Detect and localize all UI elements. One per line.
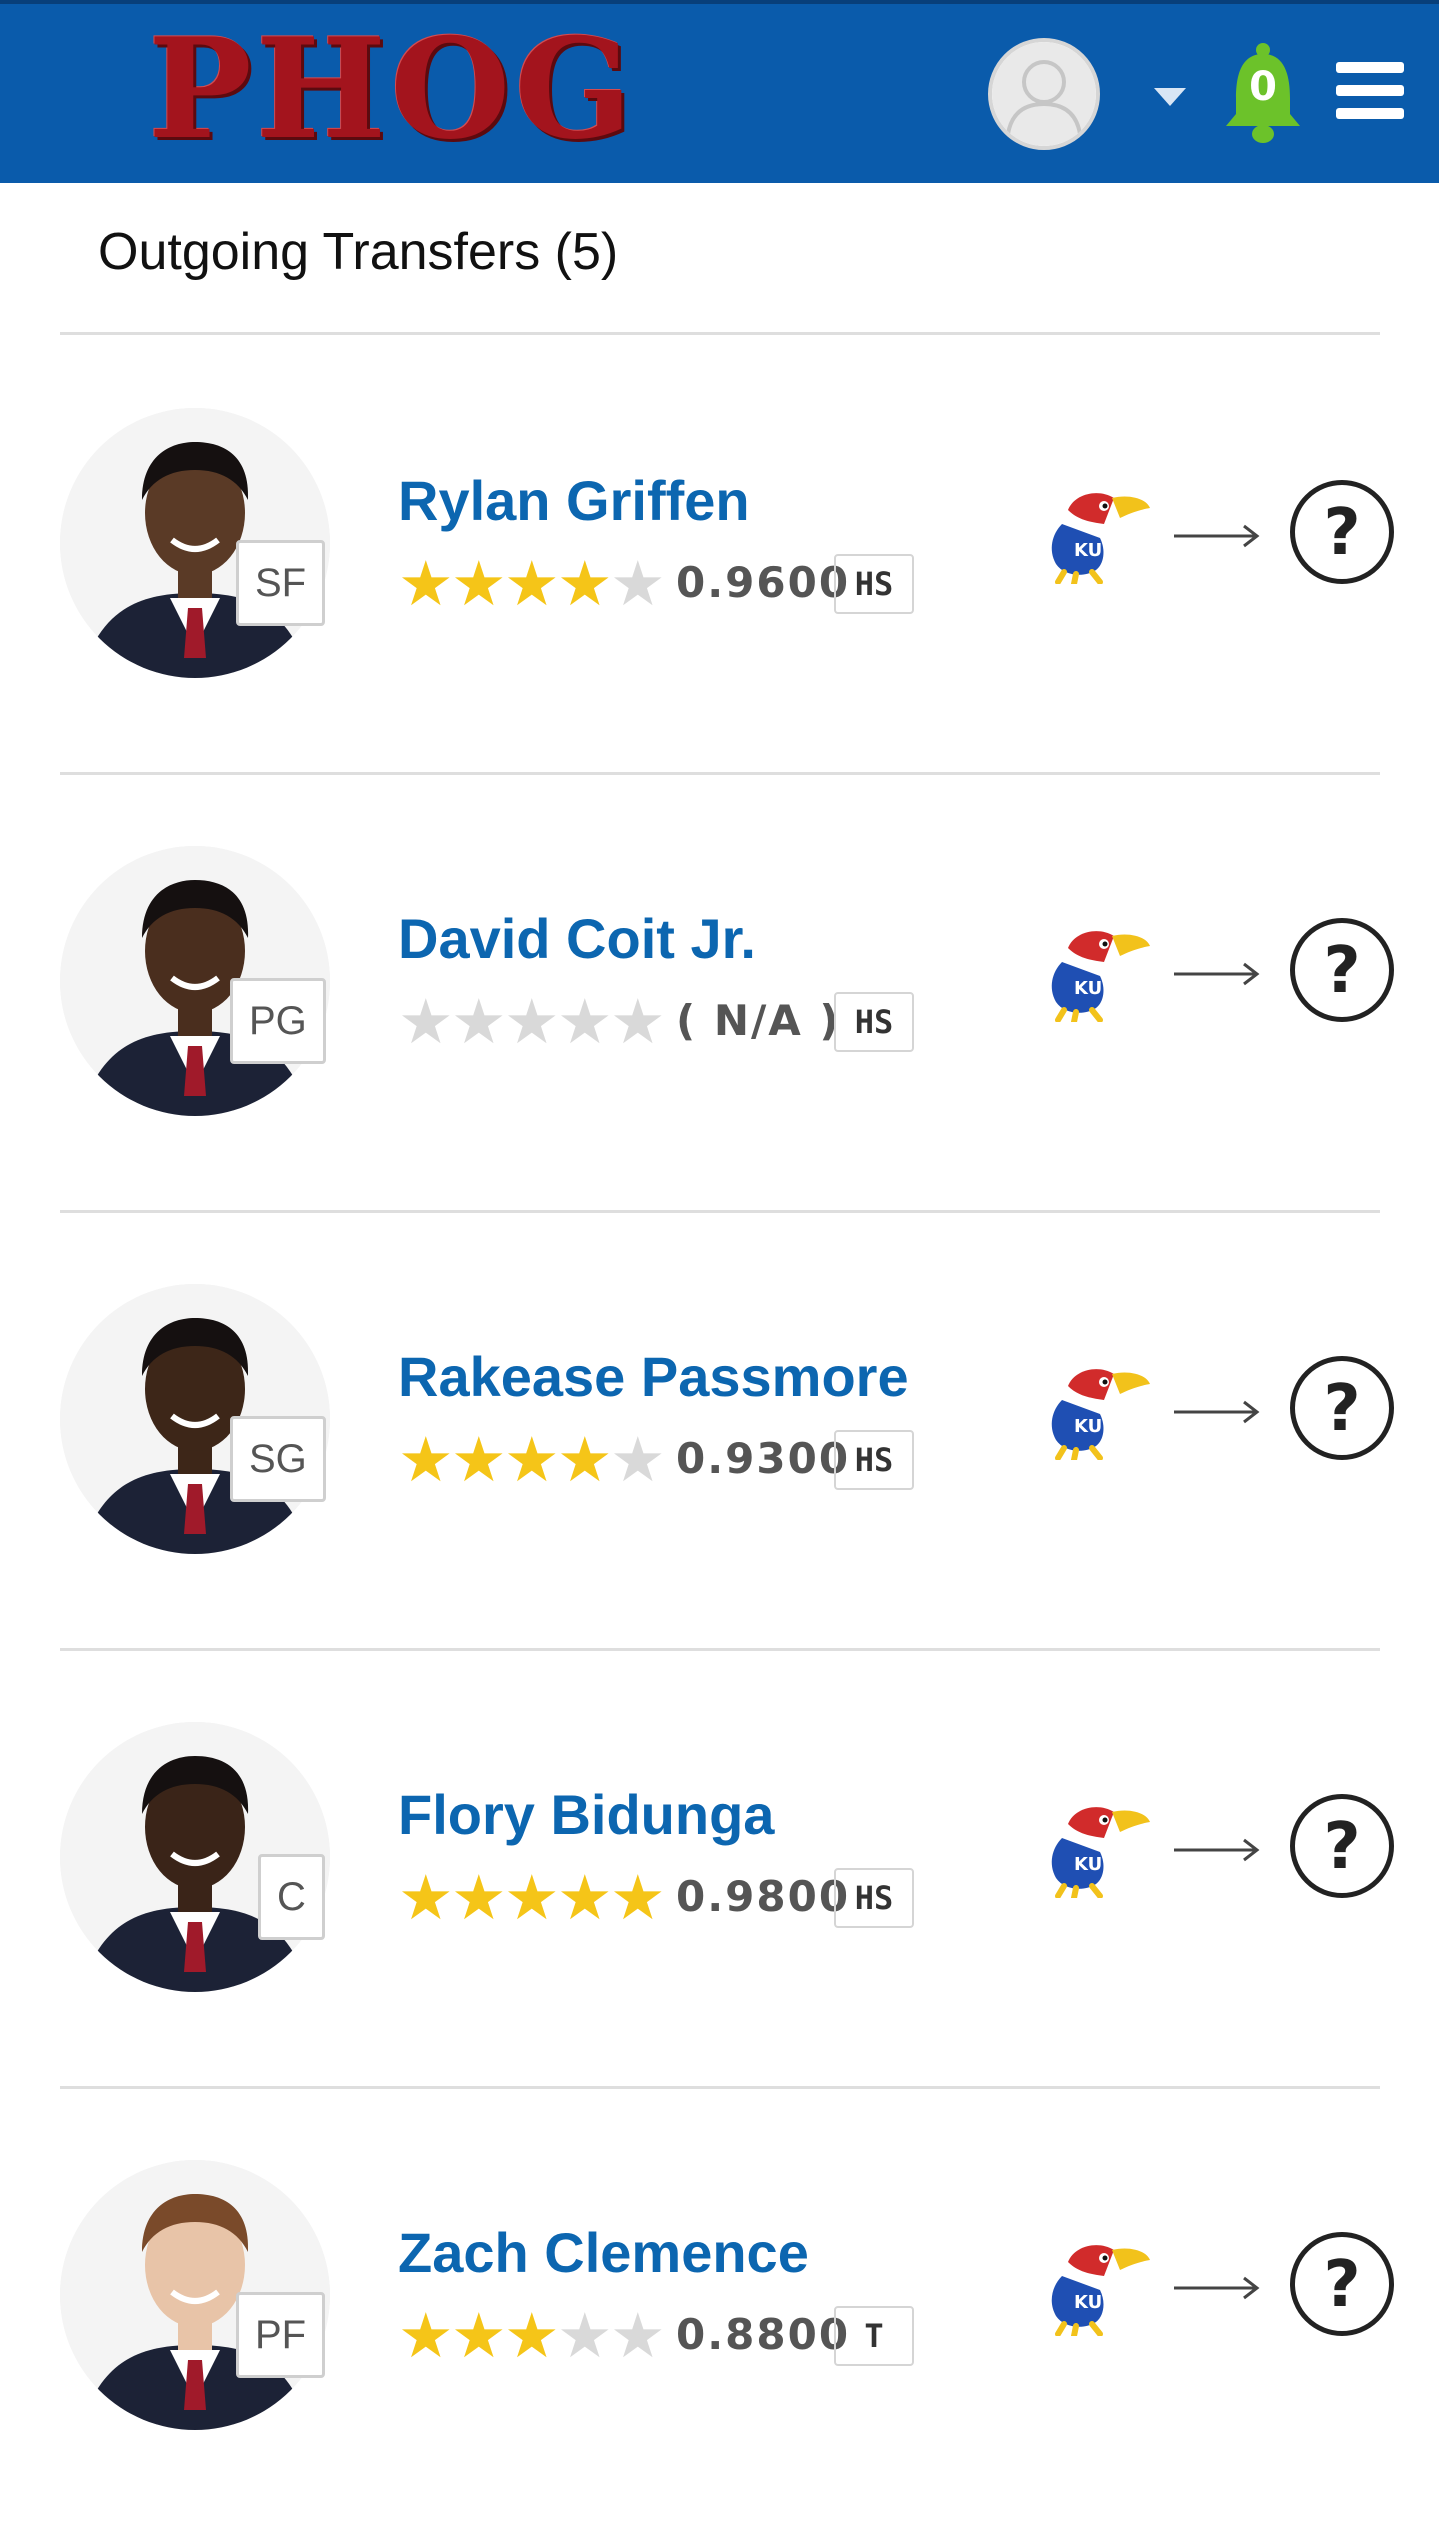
svg-text:KU: KU [1074,978,1102,999]
player-name[interactable]: Rylan Griffen [398,468,750,533]
position-badge: SG [230,1416,326,1502]
star-empty-icon: ★ [557,985,613,1058]
position-badge: C [258,1854,325,1940]
player-name[interactable]: Rakease Passmore [398,1344,909,1409]
star-rating: ★ ★ ★ ★ ★ [398,1861,666,1934]
question-mark-icon[interactable]: ? [1290,1794,1394,1898]
star-filled-icon: ★ [451,1861,507,1934]
star-filled-icon: ★ [557,1861,613,1934]
star-filled-icon: ★ [557,1423,613,1496]
arrow-right-icon [1174,1400,1260,1424]
jayhawk-logo-icon: KU [1051,931,1150,1022]
notification-count: 0 [1249,64,1277,110]
star-rating: ★ ★ ★ ★ ★ [398,985,666,1058]
star-empty-icon: ★ [557,2299,613,2372]
rating-value: ( N/A ) [676,996,841,1045]
player-name[interactable]: Flory Bidunga [398,1782,774,1847]
star-filled-icon: ★ [451,1423,507,1496]
recruit-source-tag: HS [834,1868,914,1928]
jayhawk-logo-icon: KU [1051,493,1150,584]
star-filled-icon: ★ [504,1423,560,1496]
user-avatar-icon[interactable] [988,38,1100,150]
star-empty-icon: ★ [451,985,507,1058]
star-rating: ★ ★ ★ ★ ★ [398,2299,666,2372]
jayhawk-logo-icon: KU [1051,2245,1150,2336]
star-rating: ★ ★ ★ ★ ★ [398,1423,666,1496]
recruit-source-tag: HS [834,1430,914,1490]
svg-text:KU: KU [1074,2292,1102,2313]
recruit-source-tag: HS [834,992,914,1052]
player-row[interactable]: C Flory Bidunga ★ ★ ★ ★ ★ 0.9800 HS KU ? [0,1650,1439,2088]
top-nav-bar: PHOG 0 [0,0,1439,183]
position-badge: PF [236,2292,326,2378]
rating-value: 0.8800 [676,2310,851,2359]
star-filled-icon: ★ [504,2299,560,2372]
hamburger-menu-icon[interactable] [1336,60,1404,122]
star-filled-icon: ★ [610,1861,666,1934]
rating-value: 0.9600 [676,558,851,607]
page-title: Outgoing Transfers (5) [98,223,619,281]
site-logo[interactable]: PHOG [148,14,636,164]
question-mark-icon[interactable]: ? [1290,1356,1394,1460]
star-filled-icon: ★ [451,547,507,620]
player-row[interactable]: SG Rakease Passmore ★ ★ ★ ★ ★ 0.9300 HS KU ? [0,1212,1439,1650]
position-badge: PG [230,978,326,1064]
svg-text:KU: KU [1074,540,1102,561]
player-row[interactable]: PF Zach Clemence ★ ★ ★ ★ ★ 0.8800 T KU ? [0,2088,1439,2526]
arrow-right-icon [1174,962,1260,986]
star-empty-icon: ★ [398,985,454,1058]
question-mark-icon[interactable]: ? [1290,918,1394,1022]
arrow-right-icon [1174,1838,1260,1862]
rating-value: 0.9800 [676,1872,851,1921]
star-filled-icon: ★ [398,547,454,620]
rating-value: 0.9300 [676,1434,851,1483]
player-name[interactable]: David Coit Jr. [398,906,756,971]
star-empty-icon: ★ [504,985,560,1058]
star-filled-icon: ★ [398,1861,454,1934]
arrow-right-icon [1174,524,1260,548]
question-mark-icon[interactable]: ? [1290,2232,1394,2336]
arrow-right-icon [1174,2276,1260,2300]
star-rating: ★ ★ ★ ★ ★ [398,547,666,620]
star-filled-icon: ★ [557,547,613,620]
star-filled-icon: ★ [398,1423,454,1496]
jayhawk-logo-icon: KU [1051,1807,1150,1898]
position-badge: SF [236,540,326,626]
divider [60,332,1380,335]
jayhawk-logo-icon: KU [1051,1369,1150,1460]
star-empty-icon: ★ [610,985,666,1058]
star-filled-icon: ★ [398,2299,454,2372]
svg-text:KU: KU [1074,1416,1102,1437]
star-filled-icon: ★ [451,2299,507,2372]
recruit-source-tag: HS [834,554,914,614]
question-mark-icon[interactable]: ? [1290,480,1394,584]
star-empty-icon: ★ [610,2299,666,2372]
caret-down-icon[interactable] [1152,84,1188,110]
star-empty-icon: ★ [610,547,666,620]
star-filled-icon: ★ [504,1861,560,1934]
player-name[interactable]: Zach Clemence [398,2220,809,2285]
star-empty-icon: ★ [610,1423,666,1496]
star-filled-icon: ★ [504,547,560,620]
svg-text:KU: KU [1074,1854,1102,1875]
player-row[interactable]: PG David Coit Jr. ★ ★ ★ ★ ★ ( N/A ) HS KU ? [0,774,1439,1212]
player-row[interactable]: SF Rylan Griffen ★ ★ ★ ★ ★ 0.9600 HS KU ? [0,336,1439,774]
recruit-source-tag: T [834,2306,914,2366]
